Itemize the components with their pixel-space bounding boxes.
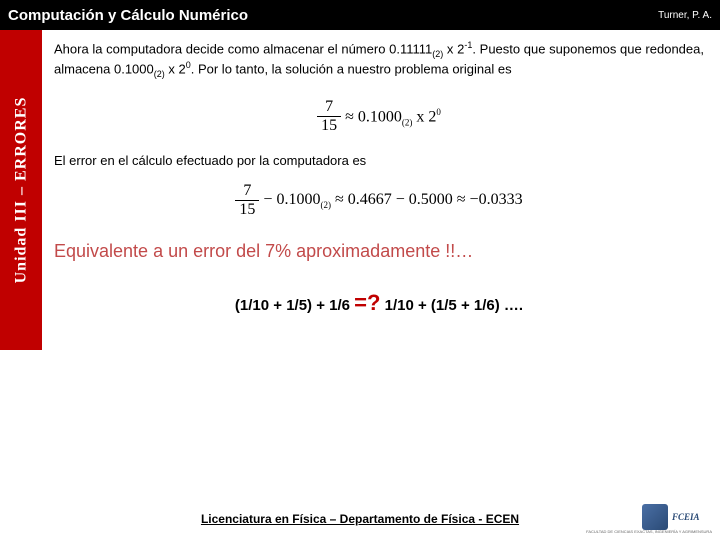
highlight-conclusion: Equivalente a un error del 7% aproximada…	[54, 241, 708, 262]
intro-paragraph: Ahora la computadora decide como almacen…	[50, 40, 708, 80]
intro-text-2: x 2	[443, 41, 464, 56]
footer-text: Licenciatura en Física – Departamento de…	[0, 512, 720, 526]
equation-2: 7 15 − 0.1000(2) ≈ 0.4667 − 0.5000 ≈ −0.…	[50, 182, 708, 219]
subscript: (2)	[432, 49, 443, 59]
intro-text-4: x 2	[165, 62, 186, 77]
denominator: 15	[317, 117, 341, 135]
eq2-approx: ≈ 0.4667 − 0.5000 ≈ −0.0333	[331, 191, 523, 208]
numerator: 7	[235, 182, 259, 201]
logo-subtitle: FACULTAD DE CIENCIAS EXACTAS, INGENIERÍA…	[586, 529, 712, 534]
sidebar: Unidad III – ERRORES	[0, 30, 42, 350]
eq1-text-b: x 2	[412, 108, 436, 125]
eq1-text-a: ≈ 0.1000	[345, 108, 402, 125]
institution-logo: FCEIA FACULTAD DE CIENCIAS EXACTAS, INGE…	[642, 502, 712, 532]
eq2-rhs: − 0.1000(2) ≈ 0.4667 − 0.5000 ≈ −0.0333	[263, 191, 522, 210]
slide-content: Ahora la computadora decide como almacen…	[50, 40, 708, 316]
header-bar: Computación y Cálculo Numérico Turner, P…	[0, 0, 720, 30]
logo-text: FCEIA	[672, 512, 700, 522]
fraction: 7 15	[235, 182, 259, 219]
question-right: 1/10 + (1/5 + 1/6) ….	[380, 297, 523, 314]
question-mark: =?	[354, 290, 380, 315]
numerator: 7	[317, 98, 341, 117]
eq2-minus: − 0.1000	[263, 191, 320, 208]
subscript: (2)	[154, 69, 165, 79]
subscript: (2)	[402, 117, 413, 127]
page-title: Computación y Cálculo Numérico	[8, 7, 248, 24]
equation-question: (1/10 + 1/5) + 1/6 =? 1/10 + (1/5 + 1/6)…	[50, 290, 708, 316]
superscript: 0	[436, 107, 441, 117]
error-paragraph: El error en el cálculo efectuado por la …	[54, 153, 708, 168]
intro-text-5: . Por lo tanto, la solución a nuestro pr…	[191, 62, 512, 77]
fraction: 7 15	[317, 98, 341, 135]
question-left: (1/10 + 1/5) + 1/6	[235, 297, 354, 314]
logo-mark-icon	[642, 504, 668, 530]
equation-1: 7 15 ≈ 0.1000(2) x 20	[50, 98, 708, 135]
subscript: (2)	[320, 200, 331, 210]
sidebar-label: Unidad III – ERRORES	[12, 97, 30, 284]
intro-text-1: Ahora la computadora decide como almacen…	[54, 41, 432, 56]
eq1-rhs: ≈ 0.1000(2) x 20	[345, 107, 441, 128]
author-name: Turner, P. A.	[658, 10, 712, 21]
denominator: 15	[235, 201, 259, 219]
